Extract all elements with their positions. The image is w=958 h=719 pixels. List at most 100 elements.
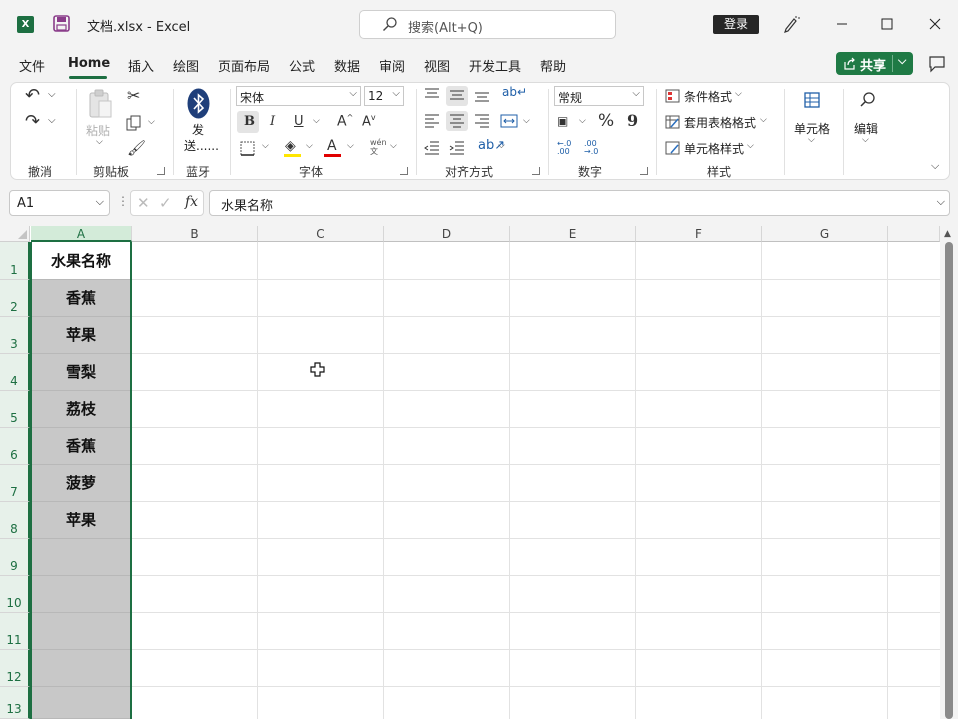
fill-dropdown-icon[interactable]: ⌵ [306,141,313,151]
tab-formulas[interactable]: 公式 [289,56,315,75]
insert-function-button[interactable]: fx [185,194,198,210]
worksheet-grid[interactable]: A B C D E F G 1 2 3 4 5 6 7 8 9 10 11 12… [0,226,940,719]
redo-dropdown-icon[interactable]: ⌵ [48,115,56,126]
font-size-select[interactable]: 12 ⌵ [364,86,404,106]
accounting-format-icon[interactable]: ▣ [557,114,568,128]
orientation-dropdown-icon[interactable]: ⌵ [498,141,505,151]
tab-developer[interactable]: 开发工具 [469,56,521,75]
merge-dropdown-icon[interactable]: ⌵ [523,116,530,126]
row-header-3[interactable]: 3 [0,317,30,354]
chevron-down-icon[interactable]: ⌵ [898,54,906,68]
copy-icon[interactable] [126,115,142,131]
row-header-5[interactable]: 5 [0,391,30,428]
bluetooth-icon[interactable] [187,88,210,119]
column-header-b[interactable]: B [132,226,258,242]
font-name-select[interactable]: 宋体 ⌵ [236,86,361,106]
format-table-icon[interactable] [665,115,680,129]
tab-draw[interactable]: 绘图 [173,56,199,75]
increase-decimal-icon[interactable]: ←.0.00 [557,140,571,156]
login-button[interactable]: 登录 [713,15,759,34]
number-launcher-icon[interactable] [640,167,648,175]
conditional-format-icon[interactable] [665,89,680,103]
merge-center-icon[interactable] [500,114,518,128]
conditional-dropdown-icon[interactable]: ⌵ [735,89,742,99]
copy-dropdown-icon[interactable]: ⌵ [148,117,155,127]
tab-page-layout[interactable]: 页面布局 [218,56,270,75]
phonetic-guide-icon[interactable]: wén 文 [370,138,387,156]
row-header-1[interactable]: 1 [0,242,30,280]
wrap-text-icon[interactable]: ab↵ [502,85,527,99]
comment-icon[interactable] [927,55,947,73]
scroll-up-icon[interactable]: ▲ [944,229,951,239]
row-header-8[interactable]: 8 [0,502,30,539]
column-header-c[interactable]: C [258,226,384,242]
tab-help[interactable]: 帮助 [540,56,566,75]
row-header-7[interactable]: 7 [0,465,30,502]
search-icon[interactable] [859,91,877,109]
cancel-icon[interactable]: ✕ [137,194,150,212]
row-header-2[interactable]: 2 [0,280,30,317]
align-right-icon[interactable] [474,114,490,128]
tab-view[interactable]: 视图 [424,56,450,75]
select-all-corner[interactable] [0,226,30,242]
column-header-g[interactable]: G [762,226,888,242]
align-top-icon[interactable] [424,88,440,102]
format-as-table-button[interactable]: 套用表格格式 [684,114,756,131]
align-bottom-icon[interactable] [474,88,490,102]
share-button[interactable]: 共享 ⌵ [836,52,913,75]
formula-bar-grip-icon[interactable]: ⋮ [117,194,129,208]
tab-file[interactable]: 文件 [19,56,45,75]
increase-indent-icon[interactable] [449,141,465,155]
italic-button[interactable]: I [270,114,275,129]
cell-styles-dropdown-icon[interactable]: ⌵ [747,141,754,151]
search-input[interactable]: 搜索(Alt+Q) [359,10,616,39]
row-header-13[interactable]: 13 [0,687,30,719]
row-header-9[interactable]: 9 [0,539,30,576]
expand-formula-chevron-icon[interactable]: ⌵ [937,195,945,209]
border-dropdown-icon[interactable]: ⌵ [262,141,269,151]
alignment-launcher-icon[interactable] [532,167,540,175]
redo-icon[interactable]: ↷ [25,111,40,132]
formula-input[interactable]: 水果名称 ⌵ [209,190,950,216]
undo-dropdown-icon[interactable]: ⌵ [48,89,56,100]
border-icon[interactable] [240,141,255,156]
align-left-icon[interactable] [424,114,440,128]
number-format-select[interactable]: 常规 ⌵ [554,86,644,106]
save-icon[interactable] [53,15,70,32]
font-color-dropdown-icon[interactable]: ⌵ [347,141,354,151]
name-box[interactable]: A1 ⌵ [9,190,110,216]
align-middle-icon[interactable] [449,88,465,102]
decrease-decimal-icon[interactable]: .00 →.0 [584,140,598,156]
tab-data[interactable]: 数据 [334,56,360,75]
row-header-12[interactable]: 12 [0,650,30,687]
maximize-icon[interactable] [877,14,897,34]
phonetic-dropdown-icon[interactable]: ⌵ [390,141,397,151]
cells-icon[interactable] [803,91,821,109]
bluetooth-send-label[interactable]: 发 [192,121,204,138]
undo-icon[interactable]: ↶ [25,85,40,106]
column-header-h[interactable] [888,226,940,242]
tab-review[interactable]: 审阅 [379,56,405,75]
vertical-scrollbar[interactable]: ▲ [940,226,958,719]
column-header-a[interactable]: A [31,226,132,242]
editing-dropdown-icon[interactable]: ⌵ [862,135,869,145]
paste-dropdown-icon[interactable]: ⌵ [96,137,103,147]
percent-button[interactable]: % [598,111,614,131]
cut-icon[interactable]: ✂ [127,86,140,105]
decrease-indent-icon[interactable] [424,141,440,155]
close-icon[interactable] [925,14,945,34]
accounting-dropdown-icon[interactable]: ⌵ [579,116,586,126]
paste-icon[interactable] [87,89,113,119]
row-header-11[interactable]: 11 [0,613,30,650]
clipboard-launcher-icon[interactable] [157,167,165,175]
format-table-dropdown-icon[interactable]: ⌵ [760,115,767,125]
column-header-e[interactable]: E [510,226,636,242]
pen-icon[interactable] [781,14,801,34]
column-header-d[interactable]: D [384,226,510,242]
cells-dropdown-icon[interactable]: ⌵ [808,135,815,145]
font-launcher-icon[interactable] [400,167,408,175]
ribbon-collapse-chevron-icon[interactable]: ⌵ [931,159,939,173]
font-color-icon[interactable]: A [327,138,337,154]
row-header-6[interactable]: 6 [0,428,30,465]
decrease-font-icon[interactable]: Av [362,113,376,129]
